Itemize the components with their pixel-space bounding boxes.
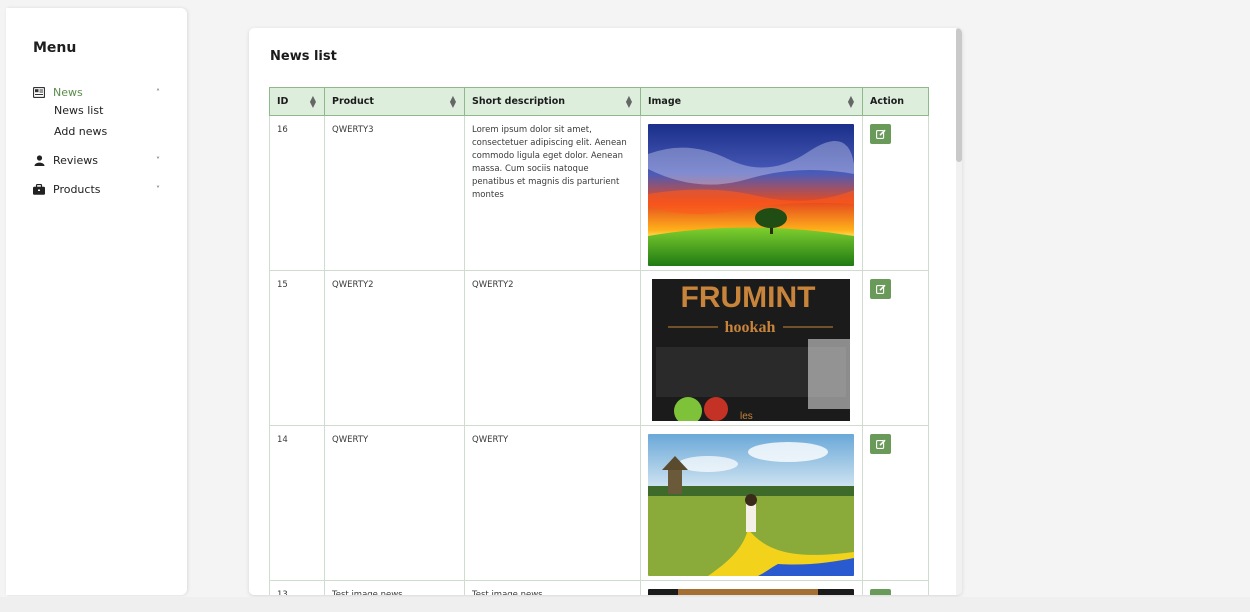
frumint-hookah-image bbox=[648, 589, 854, 595]
page-title: News list bbox=[270, 49, 337, 64]
cell-image: FRUMINT hookah les bbox=[640, 270, 863, 426]
sunset-tree-image bbox=[648, 124, 854, 266]
edit-button[interactable] bbox=[870, 279, 891, 299]
edit-icon bbox=[875, 284, 886, 294]
cell-description: Lorem ipsum dolor sit amet, consectetuer… bbox=[464, 115, 641, 271]
sidebar-item-reviews[interactable]: Reviews ˅ bbox=[33, 151, 163, 169]
cell-id: 13 bbox=[269, 580, 325, 595]
sidebar-item-label: Reviews bbox=[53, 153, 98, 167]
sort-icon[interactable]: ▲ ▼ bbox=[310, 95, 316, 109]
cell-description: QWERTY2 bbox=[464, 270, 641, 426]
svg-text:FRUMINT: FRUMINT bbox=[681, 281, 816, 314]
cell-id: 14 bbox=[269, 425, 325, 581]
vertical-scrollbar[interactable] bbox=[956, 28, 962, 595]
chevron-down-icon: ˅ bbox=[156, 155, 160, 165]
column-header-label: Action bbox=[870, 96, 905, 107]
table-row: 16 QWERTY3 Lorem ipsum dolor sit amet, c… bbox=[269, 115, 929, 271]
cell-product: QWERTY2 bbox=[324, 270, 465, 426]
news-table: ID ▲ ▼ Product ▲ ▼ Short description ▲ ▼ Im… bbox=[269, 87, 929, 595]
girl-flag-field-image bbox=[648, 434, 854, 576]
cell-id: 15 bbox=[269, 270, 325, 426]
edit-button[interactable] bbox=[870, 434, 891, 454]
column-header-image[interactable]: Image ▲ ▼ bbox=[640, 87, 863, 116]
table-header-row: ID ▲ ▼ Product ▲ ▼ Short description ▲ ▼ Im… bbox=[269, 87, 929, 116]
sidebar: Menu News ˄ News list Add news Reviews ˅… bbox=[6, 8, 187, 595]
cell-image bbox=[640, 425, 863, 581]
column-header-label: ID bbox=[277, 96, 289, 107]
table-row: 15 QWERTY2 QWERTY2 FRUMINT hookah les bbox=[269, 270, 929, 426]
sidebar-item-label: News bbox=[53, 85, 83, 99]
news-list-card: News list ID ▲ ▼ Product ▲ ▼ Short descrip… bbox=[249, 28, 962, 595]
sidebar-subitem-add-news[interactable]: Add news bbox=[54, 125, 107, 138]
cell-product: QWERTY3 bbox=[324, 115, 465, 271]
sort-icon[interactable]: ▲ ▼ bbox=[626, 95, 632, 109]
svg-text:hookah: hookah bbox=[725, 319, 776, 336]
briefcase-icon bbox=[33, 183, 45, 195]
edit-button[interactable] bbox=[870, 124, 891, 144]
menu-title: Menu bbox=[33, 40, 77, 56]
cell-description: Test image news bbox=[464, 580, 641, 595]
scrollbar-thumb[interactable] bbox=[956, 28, 962, 162]
cell-image bbox=[640, 115, 863, 271]
chevron-down-icon: ˅ bbox=[156, 184, 160, 194]
sort-icon[interactable]: ▲ ▼ bbox=[450, 95, 456, 109]
table-row: 13 Test image news Test image news bbox=[269, 580, 929, 595]
edit-icon bbox=[875, 129, 886, 139]
column-header-short-description[interactable]: Short description ▲ ▼ bbox=[464, 87, 641, 116]
sort-icon[interactable]: ▲ ▼ bbox=[848, 95, 854, 109]
sidebar-subitem-news-list[interactable]: News list bbox=[54, 104, 103, 117]
column-header-label: Product bbox=[332, 96, 374, 107]
cell-product: QWERTY bbox=[324, 425, 465, 581]
cell-description: QWERTY bbox=[464, 425, 641, 581]
svg-text:les: les bbox=[740, 411, 753, 421]
cell-id: 16 bbox=[269, 115, 325, 271]
cell-product: Test image news bbox=[324, 580, 465, 595]
edit-button[interactable] bbox=[870, 589, 891, 595]
user-icon bbox=[33, 154, 45, 166]
cell-action bbox=[862, 425, 929, 581]
page-footer-strip bbox=[0, 597, 1250, 612]
cell-action bbox=[862, 115, 929, 271]
sidebar-item-label: Products bbox=[53, 182, 101, 196]
column-header-product[interactable]: Product ▲ ▼ bbox=[324, 87, 465, 116]
sidebar-item-news[interactable]: News ˄ bbox=[33, 83, 163, 101]
cell-action bbox=[862, 270, 929, 426]
cell-action bbox=[862, 580, 929, 595]
cell-image bbox=[640, 580, 863, 595]
edit-icon bbox=[875, 439, 886, 449]
column-header-label: Short description bbox=[472, 96, 566, 107]
column-header-action: Action bbox=[862, 87, 929, 116]
column-header-id[interactable]: ID ▲ ▼ bbox=[269, 87, 325, 116]
sidebar-item-products[interactable]: Products ˅ bbox=[33, 180, 163, 198]
column-header-label: Image bbox=[648, 96, 682, 107]
newspaper-icon bbox=[33, 86, 45, 98]
frumint-hookah-image: FRUMINT hookah les bbox=[648, 279, 854, 421]
chevron-up-icon: ˄ bbox=[156, 87, 160, 97]
table-row: 14 QWERTY QWERTY bbox=[269, 425, 929, 581]
